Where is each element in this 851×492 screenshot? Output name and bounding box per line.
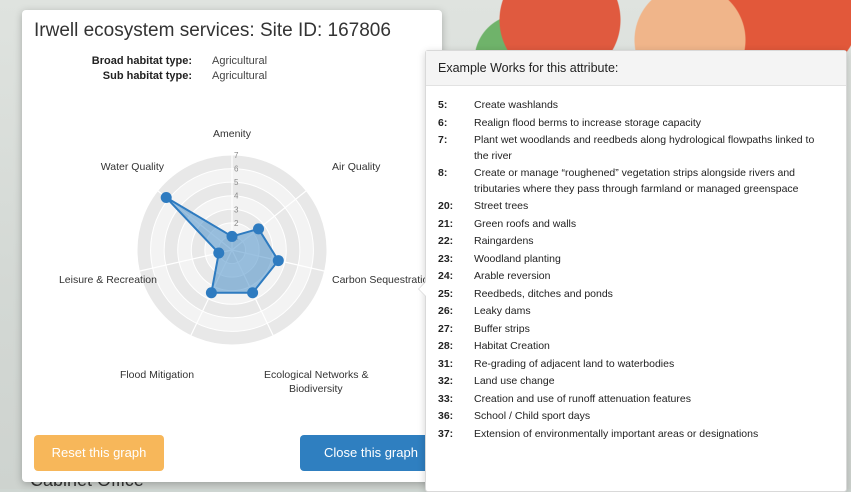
work-item: 31: Re-grading of adjacent land to waterb… [438, 357, 846, 373]
work-description: Plant wet woodlands and reedbeds along h… [474, 134, 815, 162]
habitat-labels: Broad habitat type: Sub habitat type: [80, 54, 192, 84]
work-item: 23: Woodland planting [438, 252, 846, 268]
work-number: 7: [438, 134, 448, 146]
work-description: Land use change [474, 375, 555, 387]
radar-chart: 1234567AmenityAir QualityCarbon Sequestr… [59, 128, 434, 395]
work-number: 22: [438, 235, 454, 247]
work-number: 20: [438, 200, 454, 212]
work-description: Extension of environmentally important a… [474, 427, 759, 440]
radar-axis-label: Leisure & Recreation [59, 274, 157, 286]
work-number: 25: [438, 287, 454, 300]
work-item: 20: Street trees [438, 199, 846, 215]
work-description: Leaky dams [474, 305, 531, 317]
work-description: Realign flood berms to increase storage … [474, 116, 702, 129]
work-number: 21: [438, 217, 454, 230]
work-item: 5: Create washlands [438, 98, 846, 114]
work-description: Buffer strips [474, 322, 530, 335]
work-number: 33: [438, 392, 454, 405]
work-description: Reedbeds, ditches and ponds [474, 287, 613, 300]
work-item: 25: Reedbeds, ditches and ponds [438, 287, 846, 303]
work-description: Create washlands [474, 99, 559, 111]
sub-habitat-label: Sub habitat type: [102, 70, 192, 82]
work-number: 24: [438, 270, 454, 282]
radar-data-point [213, 247, 225, 259]
popup-title: Irwell ecosystem services: Site ID: 1678… [34, 20, 391, 41]
work-number: 27: [438, 322, 454, 335]
example-works-tooltip: Example Works for this attribute: 5: Crea… [418, 50, 847, 492]
broad-habitat-label: Broad habitat type: [91, 55, 192, 67]
ecosystem-services-popup: Irwell ecosystem services: Site ID: 1678… [22, 10, 442, 482]
close-graph-button[interactable]: Close this graph [300, 435, 442, 471]
work-item: 8: Create or manage “roughened” vegetatio… [438, 166, 846, 197]
radar-axis-label: Air Quality [332, 161, 381, 173]
work-number: 8: [438, 167, 448, 179]
work-description: Creation and use of runoff attenuation f… [474, 392, 691, 405]
tooltip-header: Example Works for this attribute: [426, 51, 846, 86]
work-description: Habitat Creation [474, 340, 550, 352]
radar-data-point [205, 287, 217, 299]
radar-tick-label: 2 [234, 219, 239, 228]
radar-data-point [160, 192, 172, 204]
work-description: School / Child sport days [474, 410, 591, 422]
work-item: 6: Realign flood berms to increase storag… [438, 116, 846, 132]
work-number: 23: [438, 252, 454, 265]
sub-habitat-value: Agricultural [212, 70, 268, 82]
work-description: Green roofs and walls [474, 217, 577, 230]
habitat-values: Agricultural Agricultural [212, 54, 267, 84]
work-number: 6: [438, 116, 448, 129]
tooltip-arrow [418, 281, 426, 297]
radar-tick-label: 6 [234, 165, 239, 174]
radar-tick-label: 3 [234, 205, 239, 214]
radar-data-point [226, 230, 238, 242]
work-item: 21: Green roofs and walls [438, 217, 846, 233]
broad-habitat-value: Agricultural [212, 55, 268, 67]
radar-axis-label: Ecological Networks & Biodiversity [264, 369, 368, 395]
reset-graph-button[interactable]: Reset this graph [34, 435, 164, 471]
work-description: Woodland planting [474, 252, 561, 265]
work-item: 24: Arable reversion [438, 269, 846, 285]
work-number: 36: [438, 410, 454, 422]
work-description: Create or manage “roughened” vegetation … [474, 167, 799, 195]
radar-data-point [247, 287, 259, 299]
work-description: Street trees [474, 200, 529, 212]
radar-axis-label: Water Quality [101, 161, 165, 173]
work-item: 32: Land use change [438, 374, 846, 390]
work-number: 26: [438, 305, 454, 317]
work-number: 5: [438, 99, 448, 111]
radar-axis-label: Amenity [213, 128, 252, 140]
radar-tick-label: 4 [234, 192, 239, 201]
work-number: 37: [438, 427, 454, 440]
radar-axis-label: Flood Mitigation [120, 369, 194, 381]
radar-data-point [272, 255, 284, 267]
radar-data-point [253, 223, 265, 235]
example-works-list: 5: Create washlands 6: Realign flood berms … [426, 86, 846, 442]
work-item: 7: Plant wet woodlands and reedbeds along… [438, 133, 846, 164]
work-item: 22: Raingardens [438, 234, 846, 250]
radar-tick-label: 5 [234, 178, 239, 187]
work-item: 28: Habitat Creation [438, 339, 846, 355]
work-item: 36: School / Child sport days [438, 409, 846, 425]
work-item: 27: Buffer strips [438, 322, 846, 338]
work-description: Re-grading of adjacent land to waterbodi… [474, 357, 675, 370]
work-number: 32: [438, 375, 454, 387]
work-number: 31: [438, 357, 454, 370]
work-item: 37: Extension of environmentally importan… [438, 427, 846, 443]
work-item: 33: Creation and use of runoff attenuatio… [438, 392, 846, 408]
work-description: Raingardens [474, 235, 534, 247]
work-number: 28: [438, 340, 454, 352]
work-item: 26: Leaky dams [438, 304, 846, 320]
work-description: Arable reversion [474, 270, 551, 282]
radar-tick-label: 7 [234, 151, 239, 160]
